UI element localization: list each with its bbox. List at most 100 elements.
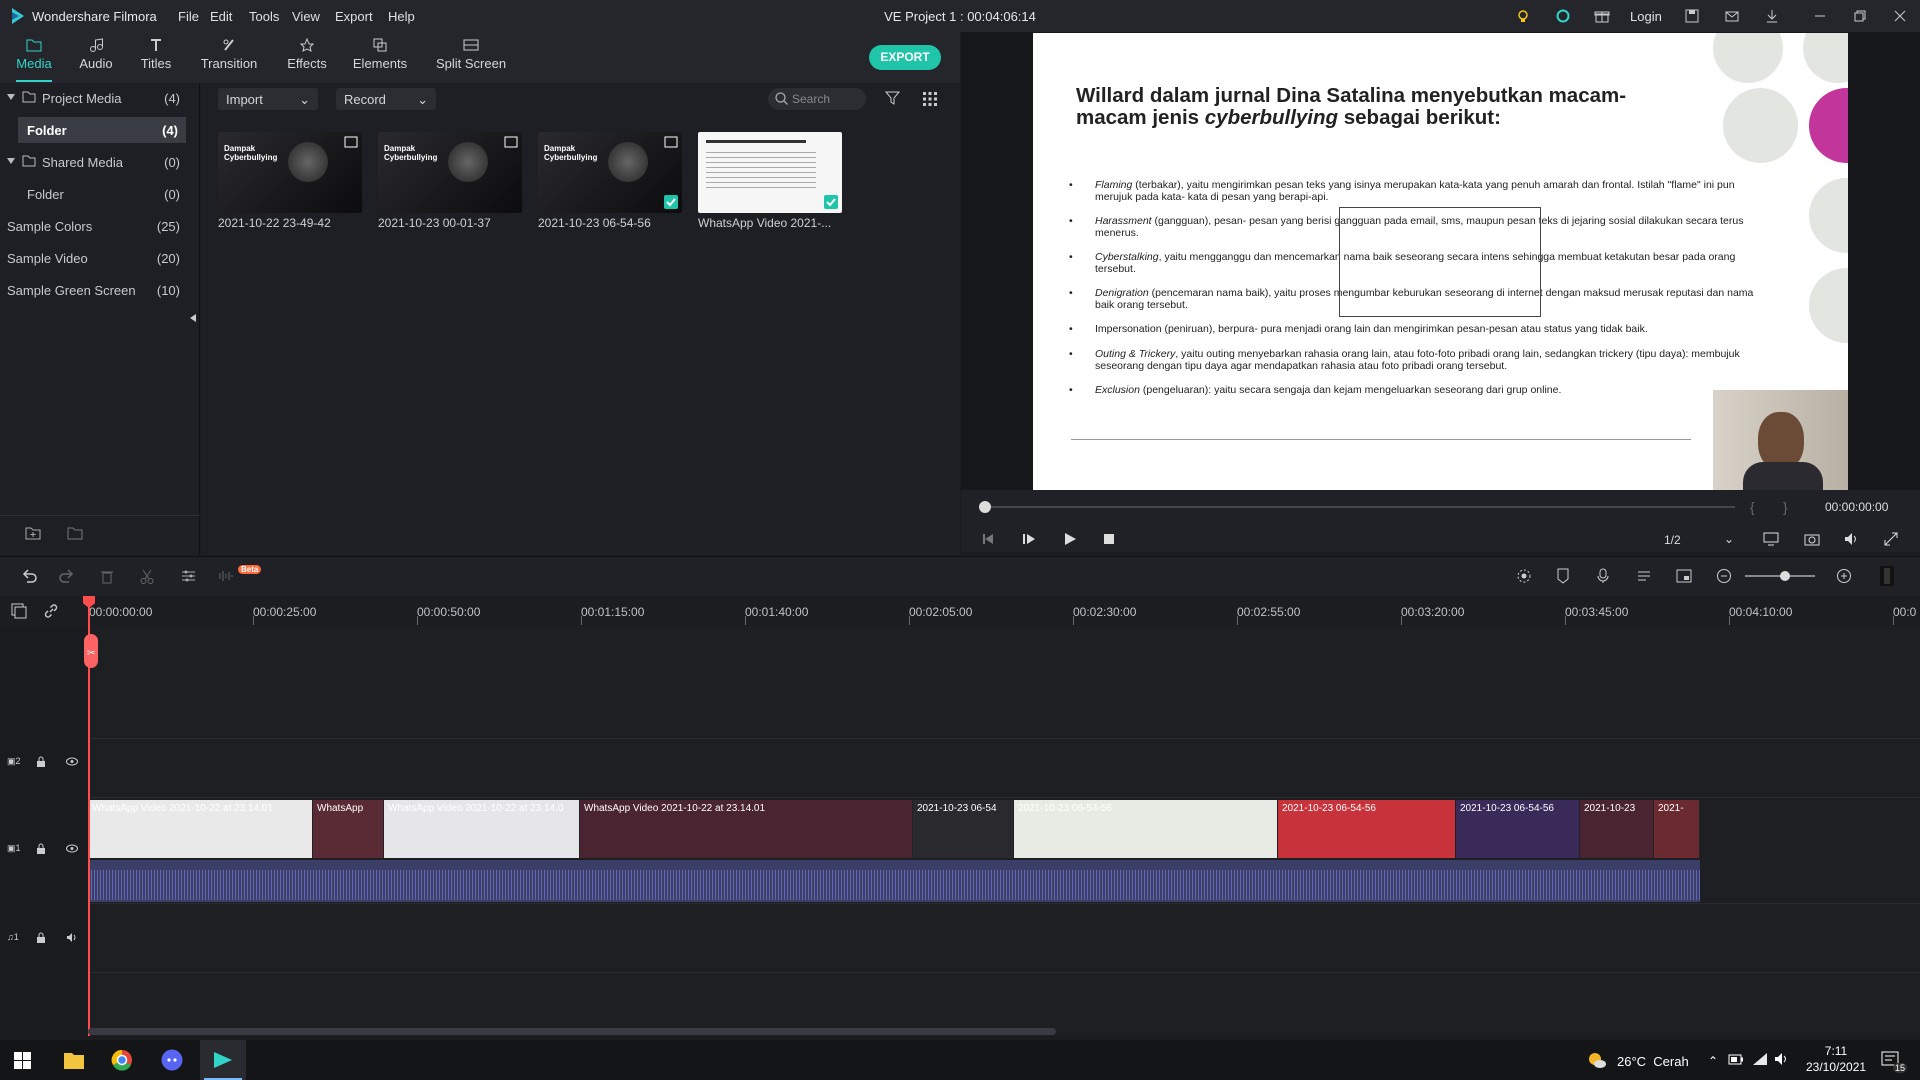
media-thumb-3[interactable]: Dampak Cyberbullying <box>538 132 682 213</box>
marker-icon[interactable] <box>1556 568 1570 584</box>
redo-icon[interactable] <box>59 569 75 583</box>
minimize-icon[interactable] <box>1810 6 1830 26</box>
panel-toggle[interactable] <box>1880 566 1894 586</box>
play-step-icon[interactable] <box>1022 532 1036 546</box>
quality-dropdown[interactable]: 1/2 ⌄ <box>1660 530 1738 550</box>
video-clip[interactable]: 2021-10-23 06-54-56 <box>1278 800 1456 858</box>
video-clip[interactable]: WhatsApp Video 2021-10-22 at 23.14.0 <box>384 800 580 858</box>
sidebar-item-sample-video[interactable]: Sample Video (20) <box>0 245 188 271</box>
menu-export[interactable]: Export <box>335 9 373 24</box>
video-clip[interactable]: 2021-10-23 <box>1580 800 1654 858</box>
filmora-taskbar-button[interactable] <box>200 1040 246 1080</box>
audio-mixer-icon[interactable] <box>1636 568 1652 584</box>
record-dropdown[interactable]: Record ⌄ <box>336 88 436 110</box>
menu-help[interactable]: Help <box>388 9 415 24</box>
timeline-scrollbar[interactable] <box>88 1028 1056 1035</box>
lock-icon[interactable] <box>36 843 46 854</box>
stop-icon[interactable] <box>1103 533 1115 545</box>
tab-split-screen[interactable]: Split Screen <box>431 36 511 71</box>
mail-icon[interactable] <box>1722 6 1742 26</box>
video-clip[interactable]: 2021-10-23 06-54-56 <box>1456 800 1580 858</box>
adjust-icon[interactable] <box>181 569 196 583</box>
sidebar-item-project-media[interactable]: Project Media (4) <box>0 85 188 111</box>
sidebar-item-sample-colors[interactable]: Sample Colors (25) <box>0 213 188 239</box>
delete-icon[interactable] <box>100 569 114 584</box>
media-thumb-1[interactable]: Dampak Cyberbullying <box>218 132 362 213</box>
preview-video-frame[interactable]: Willard dalam jurnal Dina Satalina menye… <box>1033 33 1848 490</box>
sync-icon[interactable] <box>1553 6 1573 26</box>
chevron-up-icon[interactable]: ⌃ <box>1708 1054 1718 1068</box>
video-clip[interactable]: 2021- <box>1654 800 1700 858</box>
eye-icon[interactable] <box>66 757 78 766</box>
login-button[interactable]: Login <box>1630 9 1662 24</box>
volume-icon[interactable] <box>1844 532 1860 546</box>
microphone-icon[interactable] <box>1596 568 1610 584</box>
tab-effects[interactable]: Effects <box>277 36 337 71</box>
tab-elements[interactable]: Elements <box>350 36 410 71</box>
import-dropdown[interactable]: Import ⌄ <box>218 88 318 110</box>
undo-icon[interactable] <box>21 569 37 583</box>
expand-arrow-icon[interactable] <box>7 93 15 101</box>
speaker-icon[interactable] <box>1774 1052 1790 1066</box>
chrome-icon[interactable] <box>111 1049 133 1071</box>
new-folder-icon[interactable] <box>25 526 41 540</box>
lock-icon[interactable] <box>36 932 46 943</box>
sidebar-item-folder-selected[interactable]: Folder (4) <box>18 117 186 143</box>
expand-arrow-icon[interactable] <box>7 157 15 165</box>
video-clip[interactable]: 2021-10-23 06-54 <box>913 800 1014 858</box>
prev-frame-icon[interactable] <box>981 532 995 546</box>
playback-progress-thumb[interactable] <box>979 501 991 513</box>
file-explorer-icon[interactable] <box>63 1050 85 1070</box>
restore-icon[interactable] <box>1850 6 1870 26</box>
download-icon[interactable] <box>1762 6 1782 26</box>
tab-media[interactable]: Media <box>4 36 64 71</box>
speaker-icon[interactable] <box>66 932 78 943</box>
audio-stretch-icon[interactable] <box>218 569 234 583</box>
zoom-in-icon[interactable] <box>1836 568 1852 584</box>
cut-icon[interactable] <box>140 569 154 584</box>
filter-icon[interactable] <box>885 91 900 106</box>
windows-start-icon[interactable] <box>14 1052 31 1069</box>
video-clip[interactable]: WhatsApp <box>313 800 384 858</box>
link-icon[interactable] <box>43 603 59 619</box>
menu-view[interactable]: View <box>292 9 320 24</box>
search-input[interactable]: Search <box>768 88 866 110</box>
eye-icon[interactable] <box>66 844 78 853</box>
save-icon[interactable] <box>1682 6 1702 26</box>
render-icon[interactable] <box>1516 568 1532 584</box>
video-clip[interactable]: WhatsApp Video 2021-10-22 at 23.14.01 <box>88 800 313 858</box>
selection-box[interactable] <box>1339 207 1541 317</box>
battery-icon[interactable] <box>1728 1054 1744 1065</box>
sidebar-item-sample-green-screen[interactable]: Sample Green Screen (10) <box>0 277 188 303</box>
open-folder-icon[interactable] <box>67 526 83 540</box>
close-icon[interactable] <box>1890 6 1910 26</box>
bulb-icon[interactable] <box>1513 6 1533 26</box>
network-icon[interactable] <box>1752 1052 1768 1066</box>
playback-progress-track[interactable] <box>985 506 1735 508</box>
add-track-icon[interactable] <box>11 603 27 619</box>
display-icon[interactable] <box>1763 532 1779 546</box>
tab-audio[interactable]: Audio <box>66 36 126 71</box>
scissors-marker[interactable]: ✂ <box>84 634 98 668</box>
mark-out-icon[interactable]: } <box>1783 499 1788 515</box>
grid-view-icon[interactable] <box>923 92 937 106</box>
menu-edit[interactable]: Edit <box>210 9 232 24</box>
fullscreen-icon[interactable] <box>1884 532 1898 546</box>
snapshot-icon[interactable] <box>1804 532 1820 546</box>
weather-text[interactable]: 26°C Cerah <box>1617 1054 1689 1069</box>
mark-in-icon[interactable]: { <box>1750 499 1755 515</box>
export-button[interactable]: EXPORT <box>869 45 941 70</box>
video-clip[interactable]: 2021-10-23 06-54-56 <box>1014 800 1278 858</box>
menu-file[interactable]: File <box>178 9 199 24</box>
pip-icon[interactable] <box>1676 568 1692 584</box>
menu-tools[interactable]: Tools <box>249 9 279 24</box>
lock-icon[interactable] <box>36 756 46 767</box>
gift-icon[interactable] <box>1592 6 1612 26</box>
discord-icon[interactable] <box>161 1049 183 1071</box>
tab-transition[interactable]: Transition <box>199 36 259 71</box>
sidebar-item-shared-media[interactable]: Shared Media (0) <box>0 149 188 175</box>
collapse-sidebar-icon[interactable] <box>189 313 197 323</box>
clock[interactable]: 7:11 23/10/2021 <box>1806 1043 1866 1075</box>
sidebar-item-shared-folder[interactable]: Folder (0) <box>0 181 188 207</box>
zoom-out-icon[interactable] <box>1716 568 1732 584</box>
